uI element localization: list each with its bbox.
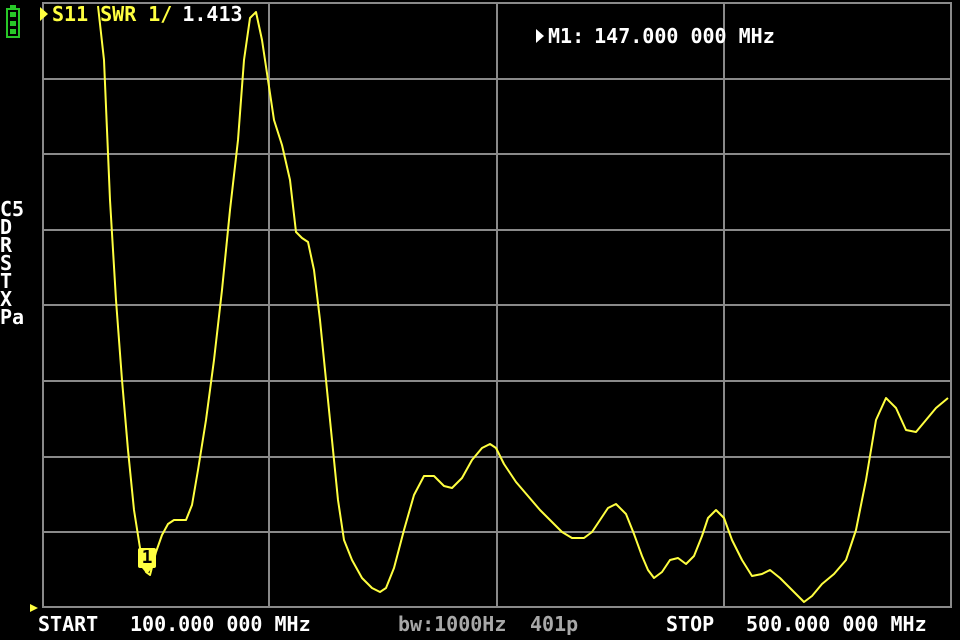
footer-bar: START 100.000 000 MHz bw:1000Hz 401p STO… [0,610,960,640]
triangle-pointer-icon [536,29,544,43]
marker-readout[interactable]: M1: 147.000 000 MHz [536,24,775,48]
stop-frequency[interactable]: 500.000 000 MHz [746,612,927,636]
trace-header[interactable]: S11 SWR 1/ 1.413 [40,2,243,26]
marker-frequency: 147.000 000 MHz [594,24,775,48]
bandwidth-readout: bw:1000Hz [398,612,507,636]
left-side-menu[interactable]: C5 D R S T X Pa [0,199,30,327]
stop-label[interactable]: STOP [666,612,714,636]
trace-format: SWR [100,2,137,26]
start-label[interactable]: START [38,612,98,636]
menu-item-pa[interactable]: Pa [0,307,30,327]
swr-trace [97,5,949,603]
triangle-pointer-icon [40,7,48,21]
marker-label: M1: [548,24,585,48]
start-frequency[interactable]: 100.000 000 MHz [130,612,311,636]
points-readout: 401p [530,612,579,636]
marker-1-badge[interactable]: 1 [138,548,156,574]
swr-trace-line [97,5,949,603]
vna-screen: 1 S11 SWR 1/ 1.413 M1: 147.000 000 MHz C… [0,0,960,640]
trace-value: 1.413 [182,2,243,26]
trace-label: S11 [52,2,89,26]
trace-scale: 1/ [148,2,173,26]
